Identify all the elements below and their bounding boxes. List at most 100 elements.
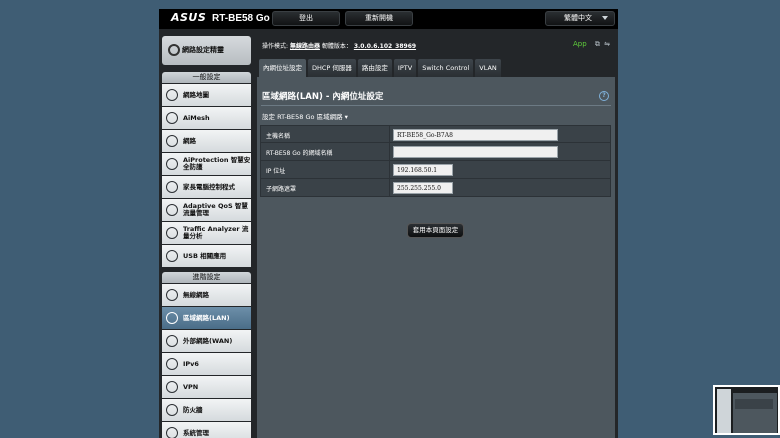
sidebar-item[interactable]: 區域網路(LAN) [162, 307, 251, 329]
field-input[interactable] [393, 129, 558, 141]
divider [389, 179, 390, 196]
sidebar-item-label: AiProtection 智慧安全防護 [183, 156, 251, 171]
ipv6-icon [166, 358, 178, 370]
field-input[interactable] [393, 164, 453, 176]
sidebar-item-label: IPv6 [183, 359, 199, 368]
wizard-icon [168, 44, 180, 56]
field-label: RT-BE58 Go 的網域名稱 [266, 150, 333, 157]
sidebar-item-label: 外部網路(WAN) [183, 336, 233, 345]
lan-form: 主機名稱 RT-BE58 Go 的網域名稱 IP 位址子網路遮罩 [260, 125, 611, 197]
sidebar-item[interactable]: Adaptive QoS 智慧流量管理 [162, 199, 251, 221]
sidebar-item[interactable]: Traffic Analyzer 流量分析 [162, 222, 251, 244]
sidebar-item-label: 網路設定精靈 [182, 46, 224, 54]
firewall-icon [166, 404, 178, 416]
sidebar-item[interactable]: 家長電腦控制程式 [162, 176, 251, 198]
page-title: 區域網路(LAN) - 內網位址設定 [262, 92, 384, 102]
sidebar-item[interactable]: 網路 [162, 130, 251, 152]
sidebar-item[interactable]: 防火牆 [162, 399, 251, 421]
field-label: 子網路遮罩 [266, 186, 297, 193]
sidebar-quick-setup[interactable]: 網路設定精靈 [162, 36, 251, 65]
status-line: 操作模式: 無線路由器 韌體版本： 3.0.0.6.102_38969 [262, 41, 416, 50]
general-menu: 網路地圖 AiMesh 網路 AiProtection 智慧安全防護家長電腦控制程式 A… [162, 84, 251, 268]
divider [389, 161, 390, 178]
apply-button[interactable]: 套用本頁面設定 [407, 223, 464, 238]
thumbnail-form [735, 399, 773, 409]
sidebar-item[interactable]: 無線網路 [162, 284, 251, 306]
sidebar-item[interactable]: 網路地圖 [162, 84, 251, 106]
field-label: 主機名稱 [266, 133, 291, 140]
tab[interactable]: IPTV [393, 59, 417, 77]
lan-icon [166, 312, 178, 324]
sidebar-item-label: 區域網路(LAN) [183, 313, 230, 322]
tab[interactable]: 內網位址設定 [259, 59, 306, 77]
op-mode-link[interactable]: 無線路由器 [290, 43, 320, 50]
sidebar-item-label: Traffic Analyzer 流量分析 [183, 225, 249, 240]
globe-icon [166, 89, 178, 101]
sidebar-item-label: AiMesh [183, 113, 210, 122]
fw-version-link[interactable]: 3.0.0.6.102_38969 [354, 43, 416, 50]
field-input[interactable] [393, 146, 558, 158]
tab[interactable]: 路由設定 [357, 59, 392, 77]
tab[interactable]: DHCP 伺服器 [308, 59, 356, 77]
field-label: IP 位址 [266, 168, 286, 175]
reboot-button[interactable]: 重新開機 [345, 11, 413, 26]
sidebar-item-label: VPN [183, 382, 199, 391]
sidebar-item[interactable]: AiMesh [162, 107, 251, 129]
field-input[interactable] [393, 182, 453, 194]
advanced-menu: 無線網路區域網路(LAN) 外部網路(WAN) IPv6 VPN 防火牆系統管理 [162, 284, 251, 438]
wan-icon [166, 335, 178, 347]
family-icon [166, 181, 178, 193]
tab[interactable]: VLAN [475, 59, 501, 77]
help-icon[interactable]: ? [599, 91, 609, 101]
form-row: 主機名稱 [260, 125, 611, 143]
divider [389, 143, 390, 160]
sidebar-item[interactable]: USB 相關應用 [162, 245, 251, 267]
form-row: IP 位址 [260, 161, 611, 179]
sidebar-item-label: Adaptive QoS 智慧流量管理 [183, 202, 248, 217]
vpn-icon [166, 381, 178, 393]
sidebar: 網路設定精靈 一般設定 網路地圖 AiMesh 網路 AiProtection 智慧安… [159, 29, 254, 438]
top-header: ASUS RT-BE58 Go 登出 重新開機 繁體中文 [159, 9, 618, 29]
sidebar-item[interactable]: VPN [162, 376, 251, 398]
devices-icon[interactable]: ⧉ [595, 40, 600, 48]
language-select[interactable]: 繁體中文 [545, 11, 615, 26]
language-value: 繁體中文 [564, 14, 592, 22]
sidebar-item[interactable]: 系統管理 [162, 422, 251, 438]
sidebar-item-label: 家長電腦控制程式 [183, 182, 235, 191]
fw-label: 韌體版本： [321, 43, 352, 50]
sidebar-item[interactable]: 外部網路(WAN) [162, 330, 251, 352]
thumbnail-sidebar [717, 389, 731, 433]
section-subtitle[interactable]: 設定 RT-BE58 Go 區域網路 ▾ [262, 111, 348, 121]
sidebar-item-label: 防火牆 [183, 405, 203, 414]
chevron-down-icon [602, 16, 608, 20]
shield-icon [166, 158, 178, 170]
tab-bar: 內網位址設定 DHCP 伺服器 路由設定 IPTV Switch Control VLAN [259, 59, 503, 77]
usb-status-icon[interactable]: ⇋ [604, 40, 610, 48]
form-row: 子網路遮罩 [260, 179, 611, 197]
advanced-section-header: 進階設定 [162, 272, 251, 283]
general-section-header: 一般設定 [162, 72, 251, 83]
model-name: RT-BE58 Go [212, 13, 270, 24]
main-content: 操作模式: 無線路由器 韌體版本： 3.0.0.6.102_38969 App … [254, 29, 618, 438]
screenshot-thumbnail[interactable] [713, 385, 780, 435]
sidebar-item-label: 網路地圖 [183, 90, 209, 99]
network-icon [166, 135, 178, 147]
analyzer-icon [166, 227, 178, 239]
divider [261, 105, 611, 106]
lan-panel: 區域網路(LAN) - 內網位址設定 ? 設定 RT-BE58 Go 區域網路 … [257, 77, 615, 438]
tab[interactable]: Switch Control [418, 59, 474, 77]
top-icons: App ⧉ ⇋ [573, 40, 610, 49]
sidebar-item[interactable]: AiProtection 智慧安全防護 [162, 153, 251, 175]
router-admin-window: ASUS RT-BE58 Go 登出 重新開機 繁體中文 網路設定精靈 一般設定… [159, 9, 618, 438]
admin-icon [166, 427, 178, 438]
sidebar-item-label: 無線網路 [183, 290, 209, 299]
asus-logo[interactable]: ASUS [171, 11, 206, 24]
wifi-icon [166, 289, 178, 301]
qos-icon [166, 204, 178, 216]
app-link[interactable]: App [573, 40, 587, 48]
sidebar-item-label: 網路 [183, 136, 196, 145]
mesh-icon [166, 112, 178, 124]
op-mode-label: 操作模式: [262, 43, 289, 50]
logout-button[interactable]: 登出 [272, 11, 340, 26]
sidebar-item[interactable]: IPv6 [162, 353, 251, 375]
